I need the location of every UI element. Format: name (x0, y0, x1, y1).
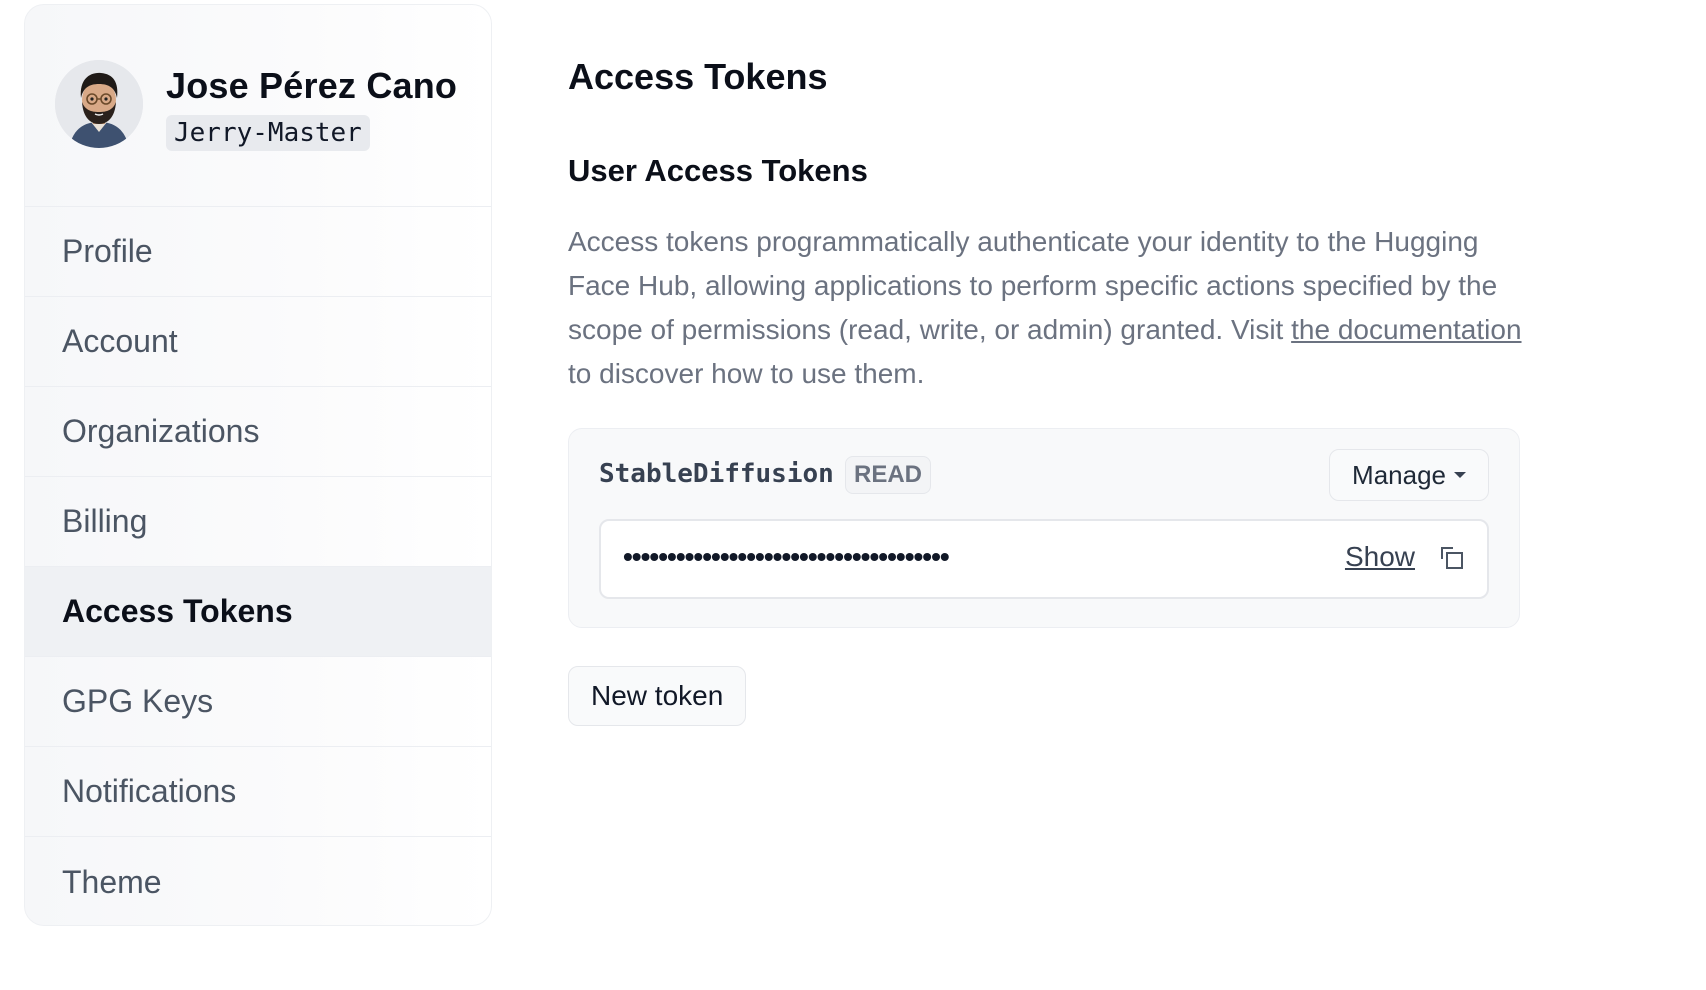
tokens-description: Access tokens programmatically authentic… (568, 220, 1528, 396)
profile-header: Jose Pérez Cano Jerry-Master (25, 5, 491, 207)
new-token-button[interactable]: New token (568, 666, 747, 726)
manage-button[interactable]: Manage (1329, 449, 1489, 501)
token-card: StableDiffusion READ Manage ••••••••••••… (568, 428, 1520, 628)
copy-icon[interactable] (1439, 545, 1465, 571)
avatar[interactable] (55, 60, 143, 148)
token-value-field[interactable]: ••••••••••••••••••••••••••••••••••••• Sh… (599, 519, 1489, 599)
token-role-badge: READ (845, 456, 932, 494)
sidebar-item-gpg-keys[interactable]: GPG Keys (25, 657, 491, 747)
sidebar-item-access-tokens[interactable]: Access Tokens (25, 567, 491, 657)
sidebar-item-billing[interactable]: Billing (25, 477, 491, 567)
sidebar-item-theme[interactable]: Theme (25, 837, 491, 925)
settings-sidebar: Jose Pérez Cano Jerry-Master Profile Acc… (24, 4, 492, 926)
avatar-icon (55, 60, 143, 148)
token-name: StableDiffusion (599, 459, 834, 489)
chevron-down-icon (1454, 472, 1466, 478)
description-text-end: to discover how to use them. (568, 358, 925, 389)
username-badge: Jerry-Master (166, 115, 370, 151)
page-title: Access Tokens (568, 56, 828, 97)
sidebar-item-profile[interactable]: Profile (25, 207, 491, 297)
display-name: Jose Pérez Cano (166, 65, 458, 106)
sidebar-item-organizations[interactable]: Organizations (25, 387, 491, 477)
show-token-link[interactable]: Show (1345, 541, 1415, 573)
token-masked-value: ••••••••••••••••••••••••••••••••••••• (623, 541, 950, 572)
sidebar-item-account[interactable]: Account (25, 297, 491, 387)
manage-button-label: Manage (1352, 459, 1446, 490)
documentation-link[interactable]: the documentation (1291, 314, 1521, 345)
sidebar-item-notifications[interactable]: Notifications (25, 747, 491, 837)
section-title: User Access Tokens (568, 153, 868, 188)
